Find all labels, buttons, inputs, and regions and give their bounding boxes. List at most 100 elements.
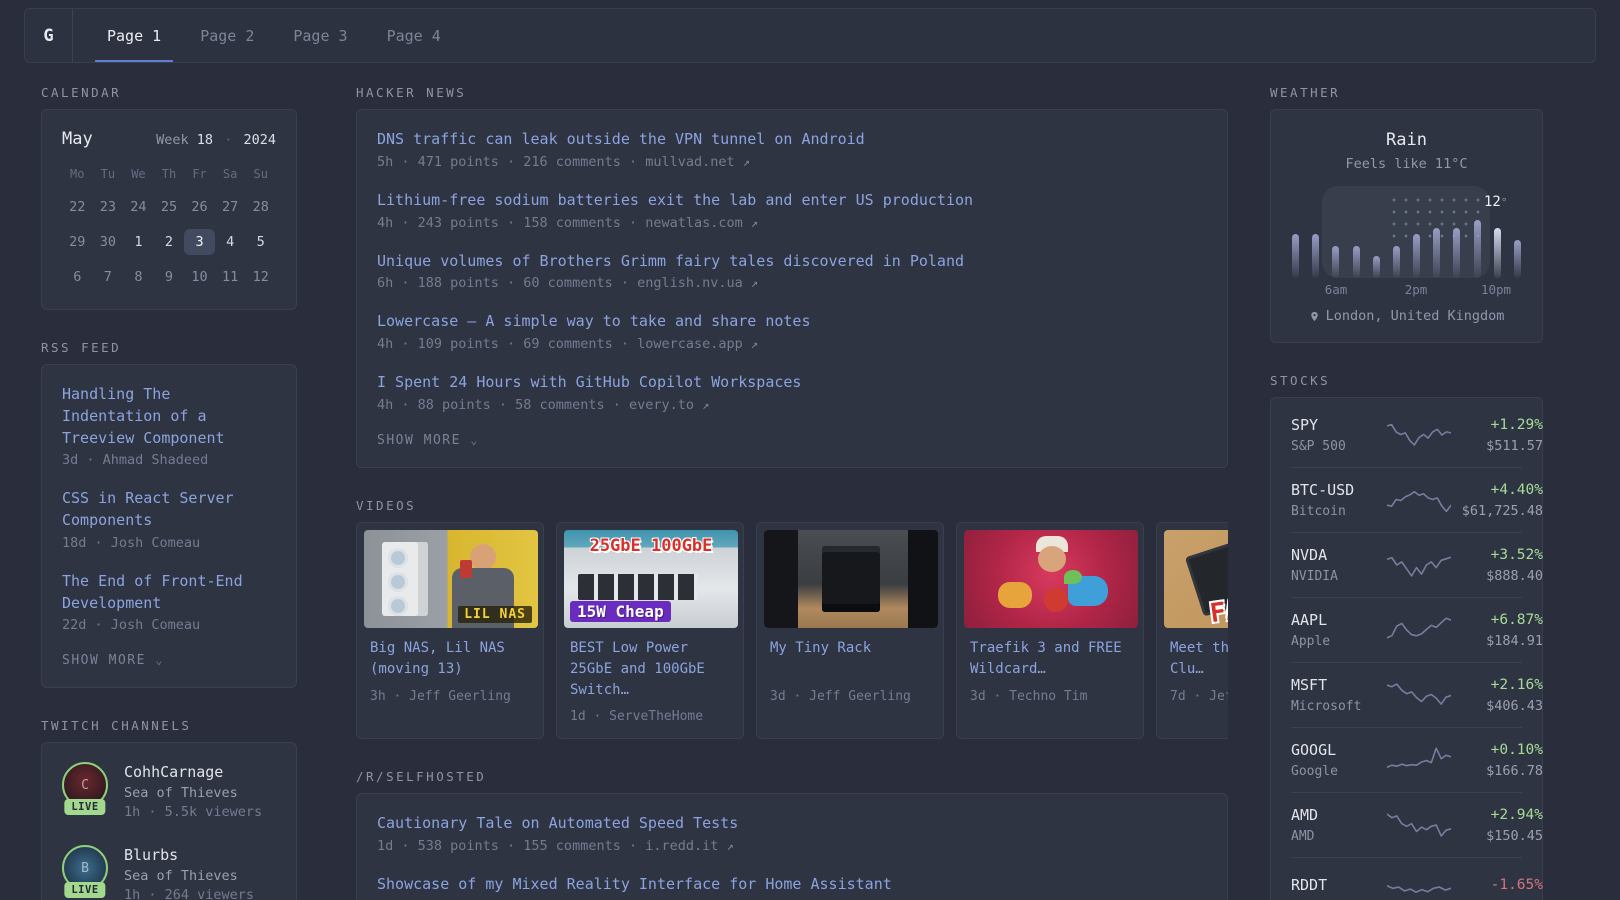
stock-name: Bitcoin bbox=[1291, 504, 1346, 519]
video-title[interactable]: BEST Low Power 25GbE and 100GbE Switch… bbox=[570, 638, 730, 701]
temperature-bar bbox=[1473, 220, 1481, 278]
video-meta: 3h · Jeff Geerling bbox=[370, 688, 511, 704]
rss-show-more-button[interactable]: SHOW MORE ⌄ bbox=[62, 653, 276, 668]
video-title[interactable]: Meet the Linux Clu… bbox=[1170, 638, 1228, 681]
hn-domain-link[interactable]: mullvad.net bbox=[645, 154, 734, 170]
calendar-day: 23 bbox=[99, 199, 116, 215]
calendar-week-label: Week 18 · 2024 bbox=[156, 132, 276, 148]
hn-item-title[interactable]: Lithium-free sodium batteries exit the l… bbox=[377, 191, 973, 209]
thumb-art bbox=[1038, 545, 1066, 572]
hn-item-title[interactable]: I Spent 24 Hours with GitHub Copilot Wor… bbox=[377, 373, 801, 391]
tab-page-4[interactable]: Page 4 bbox=[375, 9, 453, 62]
twitch-channel-row[interactable]: B LIVE Blurbs Sea of Thieves 1h · 264 vi… bbox=[62, 845, 276, 900]
hn-item-title[interactable]: Lowercase – A simple way to take and sha… bbox=[377, 312, 810, 330]
reddit-card: Cautionary Tale on Automated Speed Tests… bbox=[356, 792, 1228, 900]
left-column: CALENDAR May Week 18 · 2024 Mo Tu We Th … bbox=[41, 85, 297, 900]
app-logo[interactable]: G bbox=[25, 9, 73, 62]
thumb-caption: LIL NAS bbox=[458, 605, 532, 623]
thumb-art bbox=[1044, 587, 1068, 612]
video-title[interactable]: My Tiny Rack bbox=[770, 638, 930, 681]
stock-id: NVDA NVIDIA bbox=[1291, 546, 1387, 584]
reddit-domain-link[interactable]: i.redd.it bbox=[645, 838, 718, 854]
stock-name: Apple bbox=[1291, 634, 1331, 649]
stock-values: +2.94% $150.45 bbox=[1451, 807, 1543, 844]
video-meta: 7d · Jeff Geerling bbox=[1170, 688, 1228, 704]
hn-domain-link[interactable]: lowercase.app bbox=[637, 336, 743, 352]
location-text: London, United Kingdom bbox=[1325, 308, 1505, 324]
page-tabs: Page 1 Page 2 Page 3 Page 4 bbox=[73, 9, 468, 62]
rss-item: The End of Front-End Development 22d · J… bbox=[62, 571, 276, 634]
calendar-day: 29 bbox=[69, 234, 86, 250]
stock-change: +6.87% bbox=[1490, 611, 1543, 628]
video-title[interactable]: Traefik 3 and FREE Wildcard… bbox=[970, 638, 1130, 681]
rss-item-title[interactable]: The End of Front-End Development bbox=[62, 572, 243, 612]
stock-row-googl[interactable]: GOOGL Google +0.10% $166.78 bbox=[1291, 727, 1543, 792]
location-pin-icon bbox=[1310, 311, 1318, 321]
dashboard-page: G Page 1 Page 2 Page 3 Page 4 CALENDAR M… bbox=[0, 0, 1620, 900]
stock-sparkline bbox=[1387, 679, 1451, 711]
channel-viewers: 1h · 5.5k viewers bbox=[124, 804, 263, 821]
time-label: 2pm bbox=[1404, 282, 1428, 297]
reddit-meta-text: 1d · 538 points · 155 comments · bbox=[377, 837, 646, 854]
stock-row-btc[interactable]: BTC-USD Bitcoin +4.40% $61,725.48 bbox=[1291, 467, 1543, 532]
hn-item-meta: 6h · 188 points · 60 comments · english.… bbox=[377, 275, 1207, 291]
temperature-bar bbox=[1292, 234, 1299, 278]
video-thumbnail[interactable] bbox=[764, 529, 938, 628]
reddit-item-title[interactable]: Cautionary Tale on Automated Speed Tests bbox=[377, 814, 738, 832]
hn-domain-link[interactable]: newatlas.com bbox=[645, 215, 743, 231]
hn-domain-link[interactable]: english.nv.ua bbox=[637, 275, 743, 291]
video-thumbnail[interactable]: 25GbE 100GbE 15W Cheap bbox=[564, 529, 738, 628]
stock-row-msft[interactable]: MSFT Microsoft +2.16% $406.43 bbox=[1291, 662, 1543, 727]
stock-row-amd[interactable]: AMD AMD +2.94% $150.45 bbox=[1291, 792, 1543, 857]
stock-row-spy[interactable]: SPY S&P 500 +1.29% $511.57 bbox=[1291, 403, 1543, 467]
calendar-grid: Mo Tu We Th Fr Sa Su 22 23 24 25 26 27 2… bbox=[62, 167, 276, 290]
hn-item-title[interactable]: Unique volumes of Brothers Grimm fairy t… bbox=[377, 252, 964, 270]
hn-item-meta: 5h · 471 points · 216 comments · mullvad… bbox=[377, 154, 1207, 170]
rss-item-title[interactable]: Handling The Indentation of a Treeview C… bbox=[62, 385, 225, 447]
video-title[interactable]: Big NAS, Lil NAS (moving 13) bbox=[370, 638, 530, 681]
tab-page-3[interactable]: Page 3 bbox=[281, 9, 359, 62]
stock-change: +3.52% bbox=[1490, 546, 1543, 563]
calendar-day: 12 bbox=[252, 269, 269, 285]
channel-name[interactable]: Blurbs bbox=[124, 846, 254, 864]
videos-header: VIDEOS bbox=[356, 497, 417, 513]
stock-change: -1.65% bbox=[1490, 876, 1543, 893]
stock-symbol: RDDT bbox=[1291, 875, 1328, 894]
video-card: My Tiny Rack 3d · Jeff Geerling bbox=[756, 521, 944, 739]
calendar-day: 24 bbox=[130, 199, 147, 215]
rss-section: RSS FEED Handling The Indentation of a T… bbox=[41, 340, 297, 689]
thumb-art bbox=[1064, 569, 1082, 584]
calendar-title-row: May Week 18 · 2024 bbox=[62, 129, 276, 149]
video-thumbnail[interactable] bbox=[964, 529, 1138, 628]
chevron-down-icon: ⌄ bbox=[155, 653, 165, 668]
tab-page-1[interactable]: Page 1 bbox=[95, 9, 174, 62]
reddit-item-meta: 1d · 538 points · 155 comments · i.redd.… bbox=[377, 838, 1207, 854]
stock-row-nvda[interactable]: NVDA NVIDIA +3.52% $888.40 bbox=[1291, 532, 1543, 597]
calendar-day-selected: 3 bbox=[184, 229, 215, 255]
stock-row-aapl[interactable]: AAPL Apple +6.87% $184.91 bbox=[1291, 597, 1543, 662]
stock-name: Microsoft bbox=[1291, 699, 1362, 714]
channel-name[interactable]: CohhCarnage bbox=[124, 763, 262, 781]
twitch-channel-row[interactable]: C LIVE CohhCarnage Sea of Thieves 1h · 5… bbox=[62, 762, 276, 820]
external-link-icon: ↗ bbox=[742, 154, 750, 169]
weekday-label: We bbox=[131, 167, 146, 181]
tab-page-2[interactable]: Page 2 bbox=[188, 9, 266, 62]
external-link-icon: ↗ bbox=[750, 276, 759, 291]
reddit-item-title[interactable]: Showcase of my Mixed Reality Interface f… bbox=[377, 875, 892, 893]
twitch-header: TWITCH CHANNELS bbox=[41, 718, 192, 734]
stock-row-rddt[interactable]: RDDT -1.65% bbox=[1291, 857, 1543, 900]
calendar-day: 1 bbox=[134, 234, 143, 250]
hn-show-more-button[interactable]: SHOW MORE ⌄ bbox=[377, 433, 1207, 448]
stock-sparkline bbox=[1387, 614, 1451, 646]
hn-item-title[interactable]: DNS traffic can leak outside the VPN tun… bbox=[377, 130, 865, 148]
stock-symbol: BTC-USD bbox=[1291, 481, 1355, 499]
hn-domain-link[interactable]: every.to bbox=[629, 397, 694, 413]
rss-item-title[interactable]: CSS in React Server Components bbox=[62, 489, 234, 529]
temperature-bars bbox=[1292, 200, 1521, 278]
video-thumbnail[interactable]: FAS bbox=[1164, 529, 1228, 628]
calendar-day: 2 bbox=[164, 234, 174, 250]
stocks-section: STOCKS SPY S&P 500 +1.29% $511.57 BTC-US… bbox=[1270, 373, 1543, 900]
video-thumbnail[interactable]: LIL NAS bbox=[364, 529, 538, 628]
stock-price: $61,725.48 bbox=[1461, 502, 1543, 519]
thumb-art bbox=[388, 595, 408, 616]
